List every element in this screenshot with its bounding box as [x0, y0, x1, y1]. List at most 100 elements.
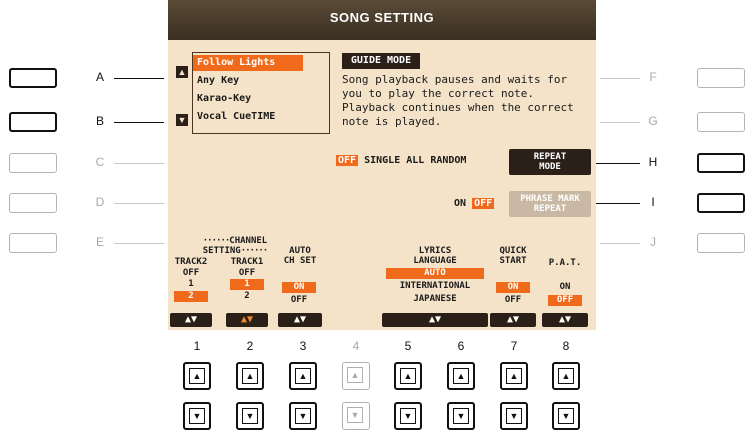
up-button-8[interactable]: ▲: [552, 362, 580, 390]
up-arrow-icon: ▲: [453, 368, 469, 384]
down-arrow-icon: ▼: [400, 408, 416, 424]
list-item-follow-lights[interactable]: Follow Lights: [193, 55, 303, 71]
side-button-a[interactable]: [9, 68, 57, 88]
screen-title: SONG SETTING: [329, 10, 435, 25]
repeat-mode-button[interactable]: REPEAT MODE: [509, 149, 591, 175]
side-line-c: [114, 163, 164, 164]
side-line-f: [600, 78, 640, 79]
guide-mode-heading: GUIDE MODE: [342, 53, 420, 69]
up-button-5[interactable]: ▲: [394, 362, 422, 390]
phrase-off-badge: OFF: [472, 198, 495, 209]
side-label-d: D: [95, 195, 105, 209]
side-button-i[interactable]: [697, 193, 745, 213]
track1-value-2: 2: [244, 291, 250, 301]
track1-value-off: OFF: [238, 268, 256, 278]
side-line-b: [114, 122, 164, 123]
repeat-off-badge: OFF: [336, 155, 359, 166]
down-arrow-icon: ▼: [189, 408, 205, 424]
down-button-2[interactable]: ▼: [236, 402, 264, 430]
lcd-screen: SONG SETTING Follow Lights Any Key Karao…: [168, 0, 596, 330]
pat-updown-button[interactable]: ▲▼: [542, 313, 588, 327]
lyrics-language-value-auto: AUTO: [386, 268, 484, 279]
side-button-h[interactable]: [697, 153, 745, 173]
button-number-6: 6: [457, 339, 465, 353]
phrase-mark-repeat-button[interactable]: PHRASE MARK REPEAT: [509, 191, 591, 217]
auto-ch-set-updown-button[interactable]: ▲▼: [278, 313, 322, 327]
track2-updown-button[interactable]: ▲▼: [170, 313, 212, 327]
lyrics-language-label-1: LYRICS: [418, 246, 452, 256]
side-line-i: [596, 203, 640, 204]
track1-updown-button[interactable]: ▲▼: [226, 313, 268, 327]
repeat-mode-label-2: MODE: [539, 162, 561, 172]
side-label-e: E: [95, 235, 104, 249]
down-arrow-icon: ▼: [453, 408, 469, 424]
side-button-j[interactable]: [697, 233, 745, 253]
side-line-h: [596, 163, 640, 164]
pat-value-on: ON: [559, 282, 571, 292]
down-arrow-icon: ▼: [506, 408, 522, 424]
down-button-8[interactable]: ▼: [552, 402, 580, 430]
up-button-6[interactable]: ▲: [447, 362, 475, 390]
side-label-i: I: [651, 195, 655, 209]
list-item-karao-key[interactable]: Karao-Key: [193, 91, 303, 107]
up-button-7[interactable]: ▲: [500, 362, 528, 390]
track2-value-2: 2: [174, 291, 208, 302]
side-line-a: [114, 78, 164, 79]
side-button-e[interactable]: [9, 233, 57, 253]
phrase-on-label: ON: [454, 198, 467, 209]
track2-value-off: OFF: [182, 268, 200, 278]
triangle-down-icon: ▼: [176, 114, 188, 126]
up-arrow-icon: ▲: [295, 368, 311, 384]
button-number-4: 4: [352, 339, 360, 353]
list-item-vocal-cuetime[interactable]: Vocal CueTIME: [193, 109, 303, 125]
button-number-7: 7: [510, 339, 518, 353]
button-number-3: 3: [299, 339, 307, 353]
down-arrow-icon: ▼: [558, 408, 574, 424]
button-number-2: 2: [246, 339, 254, 353]
quick-start-label-2: START: [499, 256, 527, 266]
auto-ch-set-label-1: AUTO: [289, 246, 311, 256]
lyrics-language-label-2: LANGUAGE: [413, 256, 457, 266]
side-label-g: G: [648, 114, 658, 128]
side-label-c: C: [95, 155, 105, 169]
up-arrow-icon: ▲: [400, 368, 416, 384]
track2-value-1: 1: [188, 279, 194, 289]
side-line-e: [114, 243, 164, 244]
down-button-7[interactable]: ▼: [500, 402, 528, 430]
down-button-4: ▼: [342, 402, 370, 430]
auto-ch-set-value-off: OFF: [290, 295, 308, 305]
up-arrow-icon: ▲: [347, 367, 363, 383]
side-line-d: [114, 203, 164, 204]
auto-ch-set-value-on: ON: [282, 282, 316, 293]
side-line-j: [600, 243, 640, 244]
pat-label: P.A.T.: [548, 258, 582, 268]
side-button-c[interactable]: [9, 153, 57, 173]
phrase-mark-options: ON OFF: [454, 198, 495, 209]
lyrics-language-updown-button[interactable]: ▲▼: [382, 313, 488, 327]
down-arrow-icon: ▼: [347, 407, 363, 423]
list-item-any-key[interactable]: Any Key: [193, 73, 303, 89]
auto-ch-set-label-2: CH SET: [283, 256, 317, 266]
side-button-d[interactable]: [9, 193, 57, 213]
repeat-mode-options: OFF SINGLE ALL RANDOM: [336, 155, 466, 166]
side-button-b[interactable]: [9, 112, 57, 132]
side-button-g[interactable]: [697, 112, 745, 132]
track1-value-1: 1: [230, 279, 264, 290]
pat-value-off: OFF: [548, 295, 582, 306]
down-button-3[interactable]: ▼: [289, 402, 317, 430]
quick-start-updown-button[interactable]: ▲▼: [490, 313, 536, 327]
button-number-5: 5: [404, 339, 412, 353]
down-button-1[interactable]: ▼: [183, 402, 211, 430]
lyrics-language-value-international: INTERNATIONAL: [399, 281, 471, 291]
repeat-mode-label-1: REPEAT: [533, 152, 567, 162]
side-button-f[interactable]: [697, 68, 745, 88]
quick-start-value-on: ON: [496, 282, 530, 293]
down-button-5[interactable]: ▼: [394, 402, 422, 430]
down-button-6[interactable]: ▼: [447, 402, 475, 430]
quick-start-label-1: QUICK: [499, 246, 527, 256]
up-button-2[interactable]: ▲: [236, 362, 264, 390]
track1-label: TRACK1: [230, 257, 264, 267]
up-button-3[interactable]: ▲: [289, 362, 317, 390]
up-button-1[interactable]: ▲: [183, 362, 211, 390]
up-button-4: ▲: [342, 362, 370, 390]
